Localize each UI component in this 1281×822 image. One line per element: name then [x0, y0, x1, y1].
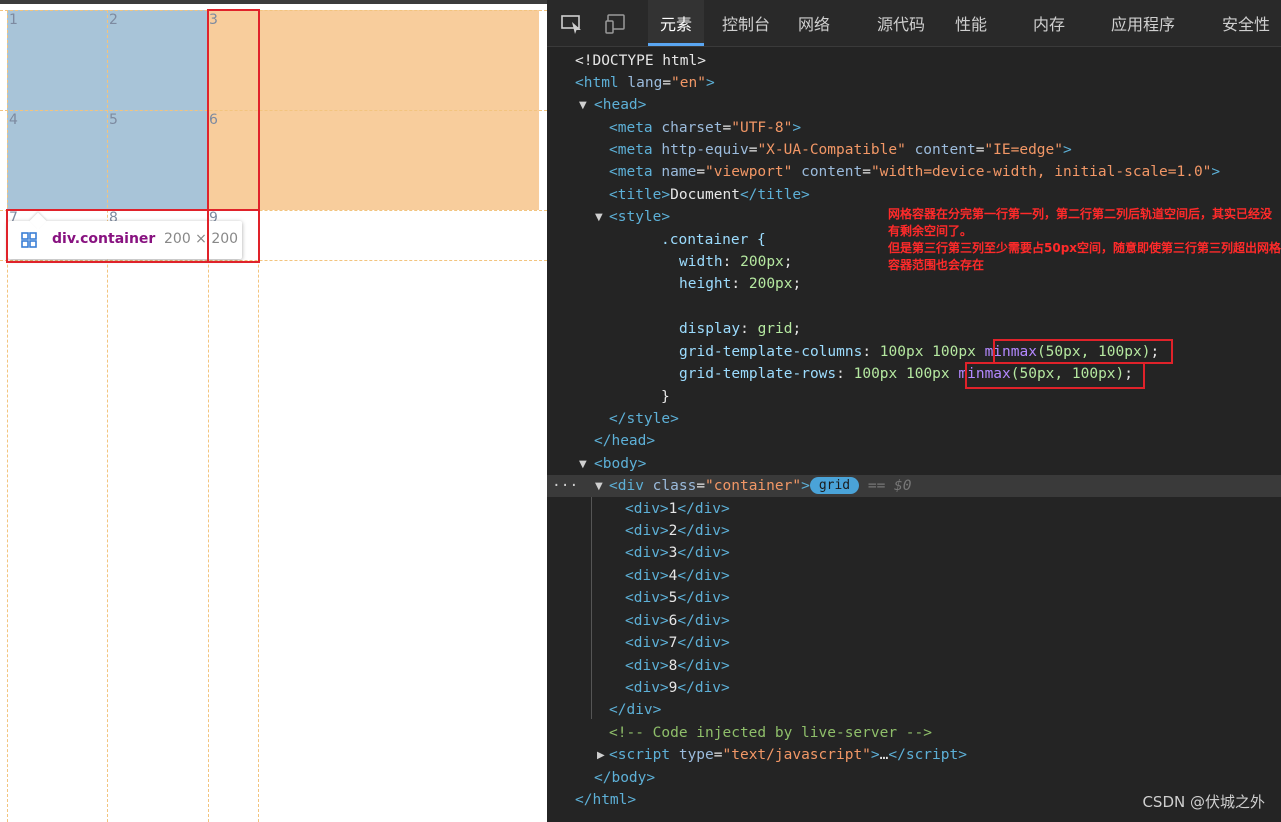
tab-security[interactable]: 安全性 — [1222, 0, 1270, 46]
dom-line-head-close[interactable]: </head> — [594, 430, 655, 452]
grid-badge[interactable]: grid — [809, 477, 860, 494]
dom-tree: <!DOCTYPE html> <html lang="en"> ▼ <head… — [547, 47, 1281, 822]
dom-line-head[interactable]: <head> — [594, 94, 646, 116]
dom-line-comment[interactable]: <!-- Code injected by live-server --> — [609, 722, 932, 744]
highlight-rows-minmax — [965, 362, 1145, 389]
tab-performance[interactable]: 性能 — [955, 0, 987, 46]
dom-line-html-close[interactable]: </html> — [575, 789, 636, 811]
css-display[interactable]: display: grid; — [679, 318, 801, 340]
dom-line-meta-charset[interactable]: <meta charset="UTF-8"> — [609, 117, 801, 139]
grid-cell-5: 5 — [109, 112, 118, 128]
dom-line-body[interactable]: <body> — [594, 453, 646, 475]
css-height[interactable]: height: 200px; — [679, 273, 801, 295]
dom-line-doctype[interactable]: <!DOCTYPE html> — [575, 50, 706, 72]
dom-line-style-close[interactable]: </style> — [609, 408, 679, 430]
grid-line — [107, 10, 108, 822]
dom-line-container-close[interactable]: </div> — [609, 699, 661, 721]
css-close-brace: } — [661, 389, 670, 405]
grid-line — [0, 10, 547, 11]
dom-line-child[interactable]: <div>4</div> — [625, 565, 730, 587]
tab-network[interactable]: 网络 — [798, 0, 830, 46]
page-viewport: 1 2 3 4 5 6 7 8 9 div.container 200 × 20… — [0, 4, 547, 822]
tab-application[interactable]: 应用程序 — [1111, 0, 1175, 46]
expand-head-icon[interactable]: ▼ — [579, 100, 587, 111]
grid-cell-1: 1 — [9, 12, 18, 28]
dom-line-script[interactable]: <script type="text/javascript">…</script… — [609, 744, 967, 766]
dom-line-child[interactable]: <div>1</div> — [625, 498, 730, 520]
dom-line-child[interactable]: <div>7</div> — [625, 632, 730, 654]
expand-style-icon[interactable]: ▼ — [595, 212, 603, 223]
dom-line-meta-http-equiv[interactable]: <meta http-equiv="X-UA-Compatible" conte… — [609, 139, 1072, 161]
more-options-icon[interactable]: ··· — [552, 475, 578, 497]
highlight-columns-minmax — [993, 339, 1173, 364]
devtools-tabbar: 元素 控制台 网络 源代码 性能 内存 应用程序 安全性 — [547, 0, 1281, 47]
expand-script-icon[interactable]: ▶ — [597, 750, 605, 761]
dom-line-container[interactable]: <div class="container"> grid == $0 — [609, 475, 912, 497]
dom-line-child[interactable]: <div>9</div> — [625, 677, 730, 699]
devtools-panel: 元素 控制台 网络 源代码 性能 内存 应用程序 安全性 <!DOCTYPE h… — [547, 0, 1281, 822]
expand-container-icon[interactable]: ▼ — [595, 481, 603, 492]
highlight-third-row — [6, 209, 260, 263]
dom-line-child[interactable]: <div>5</div> — [625, 587, 730, 609]
tab-memory[interactable]: 内存 — [1033, 0, 1065, 46]
tab-console[interactable]: 控制台 — [722, 0, 770, 46]
dom-line-html[interactable]: <html lang="en"> — [575, 72, 715, 94]
dom-line-child[interactable]: <div>2</div> — [625, 520, 730, 542]
device-toggle-icon[interactable] — [605, 14, 627, 34]
css-selector[interactable]: .container { — [661, 229, 766, 251]
css-width[interactable]: width: 200px; — [679, 251, 793, 273]
tab-elements[interactable]: 元素 — [648, 0, 705, 46]
dom-line-child[interactable]: <div>3</div> — [625, 542, 730, 564]
dom-line-child[interactable]: <div>8</div> — [625, 655, 730, 677]
dom-line-child[interactable]: <div>6</div> — [625, 610, 730, 632]
annotation-line: 网格容器在分完第一行第一列，第二行第二列后轨道空间后，其实已经没有剩余空间了。 — [888, 207, 1273, 238]
grid-cell-2: 2 — [109, 12, 118, 28]
tab-sources[interactable]: 源代码 — [877, 0, 925, 46]
grid-cell-4: 4 — [9, 112, 18, 128]
annotation-line: 但是第三行第三列至少需要占50px空间，随意即使第三行第三列超出网格容器范围也会… — [888, 241, 1281, 272]
grid-line — [7, 10, 8, 822]
dom-line-meta-viewport[interactable]: <meta name="viewport" content="width=dev… — [609, 161, 1220, 183]
dom-line-body-close[interactable]: </body> — [594, 767, 655, 789]
grid-line — [0, 110, 547, 111]
indent-guide — [591, 497, 592, 719]
dom-line-title[interactable]: <title>Document</title> — [609, 184, 810, 206]
expand-body-icon[interactable]: ▼ — [579, 459, 587, 470]
inspect-icon[interactable] — [561, 14, 583, 34]
watermark: CSDN @伏城之外 — [1142, 793, 1265, 811]
dom-line-style[interactable]: <style> — [609, 206, 670, 228]
annotation-note: 网格容器在分完第一行第一列，第二行第二列后轨道空间后，其实已经没有剩余空间了。 … — [888, 206, 1281, 274]
